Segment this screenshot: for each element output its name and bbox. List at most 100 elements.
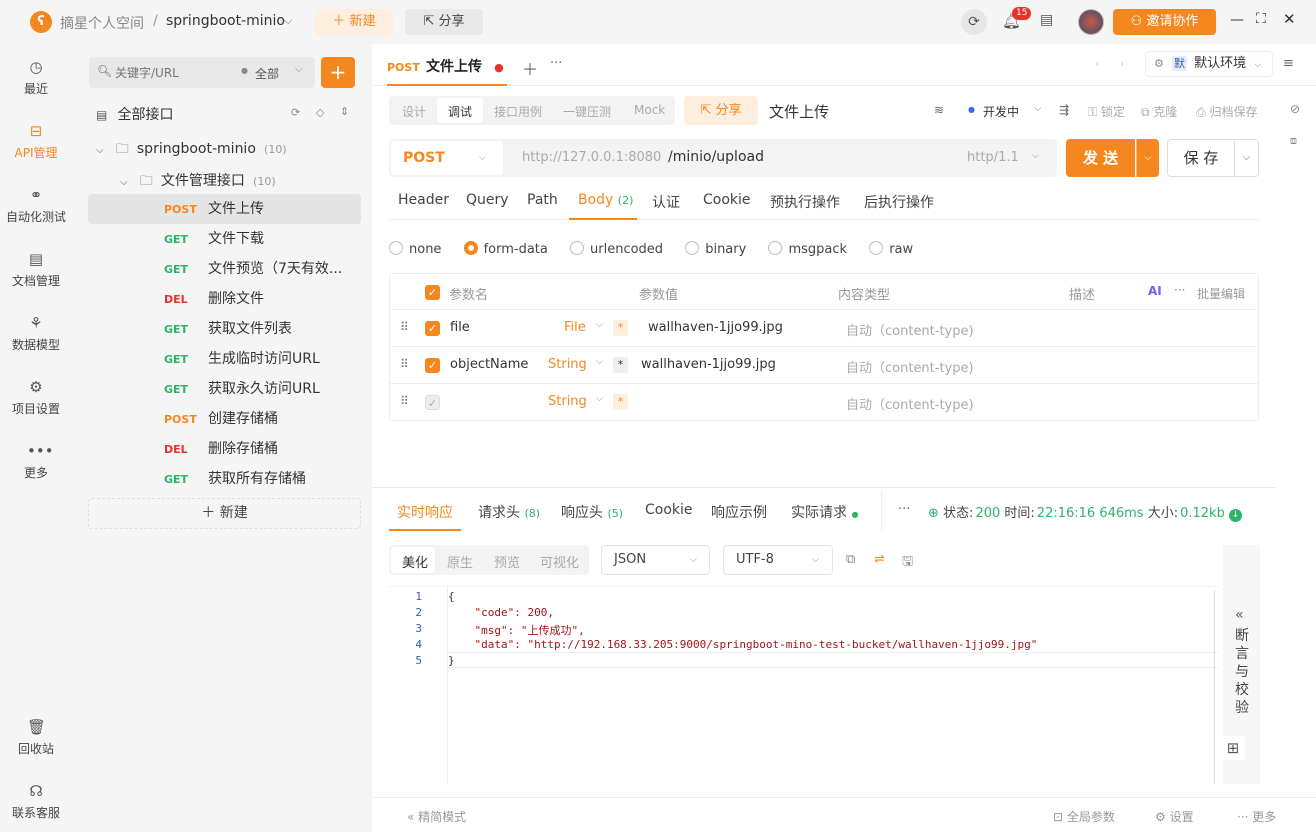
nav-api-management[interactable]: ⊟ API管理 (0, 122, 72, 161)
tree-item[interactable]: POST 文件上传 (88, 194, 361, 224)
param-value[interactable]: wallhaven-1jjo99.jpg (641, 357, 776, 372)
nav-support[interactable]: ☊ 联系客服 (0, 782, 72, 821)
wrap-icon[interactable]: ⇌ (874, 552, 885, 567)
sort-icon[interactable]: ≋ (934, 103, 944, 117)
add-tab-icon[interactable]: ＋ (522, 56, 538, 80)
tab-body[interactable]: Body (2) (578, 192, 633, 208)
tree-item[interactable]: GET 文件下载 (88, 224, 361, 254)
tab-stress-test[interactable]: 一键压测 (563, 103, 611, 120)
download-icon[interactable]: ↓ (1228, 509, 1242, 522)
send-options-button[interactable]: ⌵ (1136, 139, 1159, 177)
locate-icon[interactable]: ◇ (316, 106, 324, 119)
tab-path[interactable]: Path (527, 192, 558, 208)
tab-cookie[interactable]: Cookie (703, 192, 751, 208)
nav-trash[interactable]: 🗑︎ 回收站 (0, 718, 72, 757)
method-select[interactable]: POST ⌵ (391, 141, 503, 175)
tab-prev-icon[interactable]: ‹ (1095, 57, 1099, 70)
env-selector[interactable]: ⚙ 默 默认环境 ⌵ (1145, 51, 1273, 77)
refresh-icon[interactable]: ⟳ (291, 106, 300, 119)
tab-mock[interactable]: Mock (634, 103, 665, 117)
body-type-binary[interactable]: binary (685, 241, 746, 257)
tree-item[interactable]: DEL 删除文件 (88, 284, 361, 314)
required-icon[interactable]: * (613, 394, 628, 410)
body-type-form-data[interactable]: form-data (463, 241, 548, 257)
tab-header[interactable]: Header (398, 192, 449, 208)
chevron-down-icon[interactable]: ⌵ (596, 320, 603, 330)
required-icon[interactable]: * (613, 357, 628, 373)
encoding-select[interactable]: UTF-8 ⌵ (723, 545, 833, 575)
tab-live-response[interactable]: 实时响应 (397, 502, 453, 522)
api-name-field[interactable]: 文件上传 (769, 101, 829, 122)
add-button[interactable]: + (321, 57, 355, 88)
tab-debug[interactable]: 调试 (448, 103, 472, 120)
simple-mode-button[interactable]: « 精简模式 (407, 808, 466, 825)
body-type-urlencoded[interactable]: urlencoded (570, 241, 663, 257)
maximize-icon[interactable]: ⛶ (1256, 11, 1266, 27)
drag-handle-icon[interactable]: ⠿ (400, 357, 409, 371)
lock-button[interactable]: ⚿ 锁定 (1088, 103, 1125, 120)
avatar[interactable] (1078, 9, 1104, 35)
search-input[interactable] (115, 63, 225, 83)
chevron-down-icon[interactable]: ⌵ (1032, 151, 1039, 161)
chevron-down-icon[interactable]: ⌵ (295, 64, 303, 75)
bulk-edit-button[interactable]: 批量编辑 (1197, 285, 1245, 302)
param-name[interactable]: file (450, 320, 470, 335)
check-icon[interactable]: ⊘ (1290, 102, 1300, 116)
tree-item[interactable]: DEL 删除存储桶 (88, 434, 361, 464)
format-select[interactable]: JSON ⌵ (601, 545, 710, 575)
tab-query[interactable]: Query (466, 192, 509, 208)
tab-actual-request[interactable]: 实际请求 ● (791, 502, 858, 522)
tab-response-cookie[interactable]: Cookie (645, 502, 693, 518)
space-name[interactable]: 摘星个人空间 (60, 13, 144, 33)
collapse-icon[interactable]: ⇕ (340, 105, 349, 118)
view-pretty[interactable]: 美化 (402, 552, 428, 571)
tab-response-headers[interactable]: 响应头 (5) (561, 502, 623, 522)
param-content-type[interactable]: 自动（content-type) (846, 394, 974, 413)
minimize-icon[interactable]: — (1230, 12, 1244, 28)
filter-select[interactable]: 全部 (255, 65, 279, 82)
required-icon[interactable]: * (613, 320, 628, 336)
nav-docs[interactable]: ▤ 文档管理 (0, 250, 72, 289)
select-all-checkbox[interactable]: ✓ (425, 285, 440, 300)
protocol-select[interactable]: http/1.1 (967, 150, 1019, 165)
param-checkbox[interactable]: ✓ (425, 321, 440, 336)
tree-new-button[interactable]: ＋ 新建 (88, 498, 361, 529)
body-type-raw[interactable]: raw (869, 241, 913, 257)
param-type[interactable]: String (548, 357, 587, 372)
save-button[interactable]: 保 存 (1167, 139, 1235, 177)
body-type-msgpack[interactable]: msgpack (768, 241, 847, 257)
tab-post-script[interactable]: 后执行操作 (864, 192, 934, 212)
param-value[interactable]: wallhaven-1jjo99.jpg (648, 320, 783, 335)
menu-icon[interactable]: ≡ (1283, 56, 1294, 71)
more-button[interactable]: ··· 更多 (1237, 808, 1276, 825)
tab-test-case[interactable]: 接口用例 (494, 103, 542, 120)
scrollbar[interactable] (1214, 590, 1215, 784)
body-type-none[interactable]: none (389, 241, 441, 257)
all-interfaces-row[interactable]: ▤ 全部接口 ⟳ ◇ ⇕ (96, 104, 356, 126)
nav-automation[interactable]: ⚭ 自动化测试 (0, 186, 72, 225)
chevron-down-icon[interactable]: ⌵ (596, 357, 603, 367)
invite-button[interactable]: ⚇ 邀请协作 (1113, 9, 1216, 35)
param-type[interactable]: File (564, 320, 586, 335)
nav-data-model[interactable]: ⚘ 数据模型 (0, 314, 72, 353)
chevron-down-icon[interactable]: ⌵ (596, 394, 603, 404)
tab-more-icon[interactable]: ··· (550, 56, 562, 71)
param-type[interactable]: String (548, 394, 587, 409)
share-button[interactable]: ⇱ 分享 (405, 9, 483, 35)
param-name[interactable]: objectName (450, 357, 528, 372)
copy-icon[interactable]: ⧉ (846, 552, 855, 567)
nav-recent[interactable]: ◷ 最近 (0, 58, 72, 97)
clone-button[interactable]: ⧉ 克隆 (1141, 103, 1177, 120)
path-input[interactable]: /minio/upload (668, 149, 764, 165)
tree-item[interactable]: GET 文件预览（7天有效... (88, 254, 361, 284)
request-tab[interactable]: POST 文件上传 ● (387, 56, 504, 80)
align-icon[interactable]: ⇶ (1059, 103, 1069, 117)
project-folder[interactable]: ⌵ 🗀 springboot-minio (10) (96, 140, 287, 160)
view-raw[interactable]: 原生 (447, 552, 473, 571)
param-checkbox[interactable]: ✓ (425, 358, 440, 373)
param-checkbox[interactable]: ✓ (425, 395, 440, 410)
close-icon[interactable]: ✕ (1283, 10, 1296, 28)
nav-more[interactable]: ••• 更多 (0, 442, 72, 481)
more-icon[interactable]: ··· (1174, 283, 1185, 297)
tab-design[interactable]: 设计 (402, 103, 426, 120)
